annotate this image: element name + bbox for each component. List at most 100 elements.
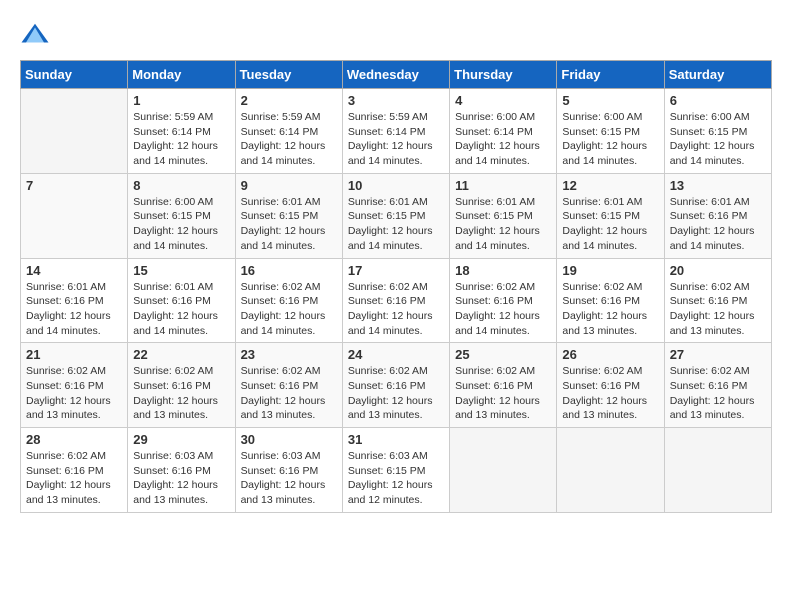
day-number: 5	[562, 93, 658, 108]
day-number: 9	[241, 178, 337, 193]
day-number: 17	[348, 263, 444, 278]
day-number: 2	[241, 93, 337, 108]
day-info: Sunrise: 6:02 AM Sunset: 6:16 PM Dayligh…	[348, 280, 444, 339]
day-info: Sunrise: 5:59 AM Sunset: 6:14 PM Dayligh…	[133, 110, 229, 169]
calendar-header-thursday: Thursday	[450, 61, 557, 89]
day-number: 14	[26, 263, 122, 278]
day-info: Sunrise: 6:01 AM Sunset: 6:15 PM Dayligh…	[241, 195, 337, 254]
day-info: Sunrise: 6:02 AM Sunset: 6:16 PM Dayligh…	[241, 364, 337, 423]
calendar-cell: 8 Sunrise: 6:00 AM Sunset: 6:15 PM Daylig…	[128, 173, 235, 258]
day-number: 30	[241, 432, 337, 447]
day-info: Sunrise: 6:02 AM Sunset: 6:16 PM Dayligh…	[26, 364, 122, 423]
calendar-week-5: 28 Sunrise: 6:02 AM Sunset: 6:16 PM Dayli…	[21, 428, 772, 513]
calendar-header-row: SundayMondayTuesdayWednesdayThursdayFrid…	[21, 61, 772, 89]
day-info: Sunrise: 6:01 AM Sunset: 6:16 PM Dayligh…	[26, 280, 122, 339]
logo-icon	[20, 20, 50, 50]
calendar-header-saturday: Saturday	[664, 61, 771, 89]
day-number: 20	[670, 263, 766, 278]
day-info: Sunrise: 6:03 AM Sunset: 6:16 PM Dayligh…	[241, 449, 337, 508]
calendar-cell: 19 Sunrise: 6:02 AM Sunset: 6:16 PM Dayli…	[557, 258, 664, 343]
day-number: 7	[26, 178, 122, 193]
day-number: 27	[670, 347, 766, 362]
calendar-table: SundayMondayTuesdayWednesdayThursdayFrid…	[20, 60, 772, 513]
day-info: Sunrise: 6:02 AM Sunset: 6:16 PM Dayligh…	[562, 280, 658, 339]
day-info: Sunrise: 6:02 AM Sunset: 6:16 PM Dayligh…	[455, 280, 551, 339]
calendar-cell	[450, 428, 557, 513]
day-info: Sunrise: 6:01 AM Sunset: 6:16 PM Dayligh…	[670, 195, 766, 254]
calendar-cell: 27 Sunrise: 6:02 AM Sunset: 6:16 PM Dayli…	[664, 343, 771, 428]
calendar-cell: 14 Sunrise: 6:01 AM Sunset: 6:16 PM Dayli…	[21, 258, 128, 343]
day-number: 10	[348, 178, 444, 193]
calendar-cell: 17 Sunrise: 6:02 AM Sunset: 6:16 PM Dayli…	[342, 258, 449, 343]
day-number: 8	[133, 178, 229, 193]
calendar-header-sunday: Sunday	[21, 61, 128, 89]
calendar-cell	[21, 89, 128, 174]
day-number: 15	[133, 263, 229, 278]
calendar-cell: 29 Sunrise: 6:03 AM Sunset: 6:16 PM Dayli…	[128, 428, 235, 513]
calendar-cell	[557, 428, 664, 513]
day-info: Sunrise: 6:02 AM Sunset: 6:16 PM Dayligh…	[241, 280, 337, 339]
day-info: Sunrise: 6:02 AM Sunset: 6:16 PM Dayligh…	[670, 364, 766, 423]
calendar-cell: 23 Sunrise: 6:02 AM Sunset: 6:16 PM Dayli…	[235, 343, 342, 428]
day-info: Sunrise: 6:00 AM Sunset: 6:15 PM Dayligh…	[133, 195, 229, 254]
calendar-cell: 21 Sunrise: 6:02 AM Sunset: 6:16 PM Dayli…	[21, 343, 128, 428]
calendar-cell: 5 Sunrise: 6:00 AM Sunset: 6:15 PM Daylig…	[557, 89, 664, 174]
day-number: 6	[670, 93, 766, 108]
calendar-cell	[664, 428, 771, 513]
calendar-cell: 12Sunrise: 6:01 AM Sunset: 6:15 PM Dayli…	[557, 173, 664, 258]
calendar-cell: 18 Sunrise: 6:02 AM Sunset: 6:16 PM Dayli…	[450, 258, 557, 343]
calendar-cell: 28 Sunrise: 6:02 AM Sunset: 6:16 PM Dayli…	[21, 428, 128, 513]
day-number: 31	[348, 432, 444, 447]
calendar-cell: 15 Sunrise: 6:01 AM Sunset: 6:16 PM Dayli…	[128, 258, 235, 343]
calendar-cell: 31 Sunrise: 6:03 AM Sunset: 6:15 PM Dayli…	[342, 428, 449, 513]
calendar-cell: 9 Sunrise: 6:01 AM Sunset: 6:15 PM Daylig…	[235, 173, 342, 258]
day-info: Sunrise: 6:00 AM Sunset: 6:14 PM Dayligh…	[455, 110, 551, 169]
calendar-cell: 4 Sunrise: 6:00 AM Sunset: 6:14 PM Daylig…	[450, 89, 557, 174]
day-number: 22	[133, 347, 229, 362]
calendar-week-2: 78 Sunrise: 6:00 AM Sunset: 6:15 PM Dayli…	[21, 173, 772, 258]
day-number: 3	[348, 93, 444, 108]
calendar-week-4: 21 Sunrise: 6:02 AM Sunset: 6:16 PM Dayli…	[21, 343, 772, 428]
day-number: 21	[26, 347, 122, 362]
day-info: Sunrise: 6:01 AM Sunset: 6:16 PM Dayligh…	[133, 280, 229, 339]
logo	[20, 20, 54, 50]
calendar-cell: 3 Sunrise: 5:59 AM Sunset: 6:14 PM Daylig…	[342, 89, 449, 174]
day-info: Sunrise: 6:02 AM Sunset: 6:16 PM Dayligh…	[133, 364, 229, 423]
calendar-week-1: 1Sunrise: 5:59 AM Sunset: 6:14 PM Daylig…	[21, 89, 772, 174]
day-number: 23	[241, 347, 337, 362]
day-number: 18	[455, 263, 551, 278]
calendar-cell: 11 Sunrise: 6:01 AM Sunset: 6:15 PM Dayli…	[450, 173, 557, 258]
day-info: Sunrise: 6:00 AM Sunset: 6:15 PM Dayligh…	[562, 110, 658, 169]
day-info: Sunrise: 6:02 AM Sunset: 6:16 PM Dayligh…	[348, 364, 444, 423]
calendar-cell: 16 Sunrise: 6:02 AM Sunset: 6:16 PM Dayli…	[235, 258, 342, 343]
day-number: 11	[455, 178, 551, 193]
day-number: 4	[455, 93, 551, 108]
calendar-header-wednesday: Wednesday	[342, 61, 449, 89]
day-number: 28	[26, 432, 122, 447]
day-info: Sunrise: 6:00 AM Sunset: 6:15 PM Dayligh…	[670, 110, 766, 169]
calendar-cell: 7	[21, 173, 128, 258]
calendar-cell: 13 Sunrise: 6:01 AM Sunset: 6:16 PM Dayli…	[664, 173, 771, 258]
calendar-cell: 2 Sunrise: 5:59 AM Sunset: 6:14 PM Daylig…	[235, 89, 342, 174]
day-info: Sunrise: 6:02 AM Sunset: 6:16 PM Dayligh…	[562, 364, 658, 423]
day-info: Sunrise: 6:03 AM Sunset: 6:15 PM Dayligh…	[348, 449, 444, 508]
calendar-header-friday: Friday	[557, 61, 664, 89]
day-number: 16	[241, 263, 337, 278]
day-info: Sunrise: 6:03 AM Sunset: 6:16 PM Dayligh…	[133, 449, 229, 508]
day-number: 19	[562, 263, 658, 278]
calendar-header-monday: Monday	[128, 61, 235, 89]
calendar-cell: 20Sunrise: 6:02 AM Sunset: 6:16 PM Dayli…	[664, 258, 771, 343]
page-header	[20, 20, 772, 50]
day-info: Sunrise: 6:01 AM Sunset: 6:15 PM Dayligh…	[455, 195, 551, 254]
day-number: 29	[133, 432, 229, 447]
calendar-week-3: 14 Sunrise: 6:01 AM Sunset: 6:16 PM Dayli…	[21, 258, 772, 343]
day-info: Sunrise: 6:02 AM Sunset: 6:16 PM Dayligh…	[26, 449, 122, 508]
calendar-cell: 30 Sunrise: 6:03 AM Sunset: 6:16 PM Dayli…	[235, 428, 342, 513]
day-number: 24	[348, 347, 444, 362]
day-info: Sunrise: 5:59 AM Sunset: 6:14 PM Dayligh…	[348, 110, 444, 169]
day-number: 25	[455, 347, 551, 362]
calendar-cell: 25 Sunrise: 6:02 AM Sunset: 6:16 PM Dayli…	[450, 343, 557, 428]
day-number: 13	[670, 178, 766, 193]
day-info: Sunrise: 5:59 AM Sunset: 6:14 PM Dayligh…	[241, 110, 337, 169]
day-info: Sunrise: 6:02 AM Sunset: 6:16 PM Dayligh…	[455, 364, 551, 423]
